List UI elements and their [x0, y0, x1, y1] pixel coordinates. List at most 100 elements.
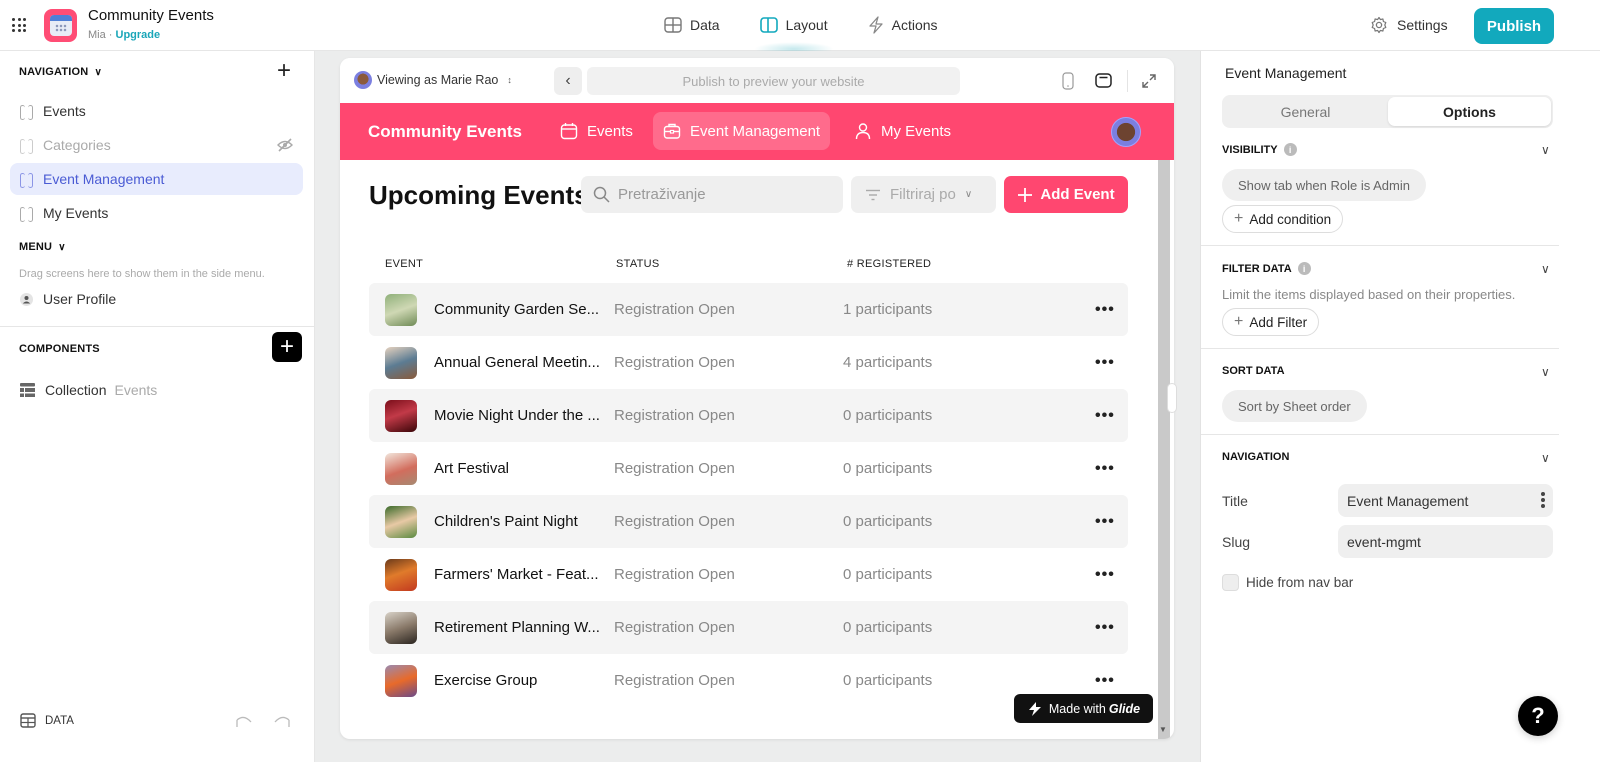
app-name[interactable]: Community Events: [368, 122, 522, 142]
sort-data-header: SORT DATA: [1222, 365, 1285, 377]
components-header: COMPONENTS: [19, 343, 100, 355]
chevron-left-icon: ‹: [565, 72, 571, 89]
add-screen-button[interactable]: +: [277, 59, 291, 83]
more-horizontal-icon[interactable]: •••: [1095, 460, 1115, 478]
app-tab-events[interactable]: Events: [550, 112, 643, 150]
add-filter-button[interactable]: + Add Filter: [1222, 308, 1320, 336]
chevron-down-icon[interactable]: ∨: [1541, 365, 1550, 379]
more-horizontal-icon[interactable]: •••: [1095, 566, 1115, 584]
sidebar-item-categories[interactable]: Categories: [10, 129, 303, 161]
more-horizontal-icon[interactable]: •••: [1095, 354, 1115, 372]
search-input[interactable]: Pretraživanje: [581, 176, 843, 213]
event-thumbnail: [385, 346, 417, 379]
tab-general[interactable]: General: [1224, 97, 1387, 126]
table-row[interactable]: Community Garden Se... Registration Open 1…: [369, 283, 1128, 336]
glide-logo-icon: [1028, 701, 1041, 716]
divider: [1201, 245, 1559, 246]
table-row[interactable]: Art Festival Registration Open 0 participa…: [369, 442, 1128, 495]
publish-button[interactable]: Publish: [1474, 8, 1554, 44]
component-collection[interactable]: Collection Events: [10, 374, 303, 406]
title-field[interactable]: Event Management: [1338, 484, 1553, 517]
table-row[interactable]: Movie Night Under the ... Registration Op…: [369, 389, 1128, 442]
sidebar-item-user-profile[interactable]: User Profile: [10, 283, 303, 315]
add-condition-button[interactable]: + Add condition: [1222, 205, 1344, 233]
left-sidebar: NAVIGATION ∨ + Events Categories Event Ma…: [0, 51, 315, 762]
desktop-icon[interactable]: [1095, 73, 1112, 88]
sidebar-item-events[interactable]: Events: [10, 95, 303, 127]
person-icon: [855, 123, 871, 140]
redo-icon[interactable]: [273, 716, 291, 728]
chevron-down-icon[interactable]: ∨: [1541, 262, 1550, 276]
event-name: Exercise Group: [434, 672, 538, 689]
event-registered: 0 participants: [843, 513, 933, 530]
eye-off-icon[interactable]: [277, 138, 293, 152]
more-horizontal-icon[interactable]: •••: [1095, 672, 1115, 690]
visibility-rule[interactable]: Show tab when Role is Admin: [1222, 169, 1426, 201]
chevron-down-icon[interactable]: ∨: [1541, 143, 1550, 157]
tab-layout[interactable]: Layout: [740, 0, 848, 56]
table-row[interactable]: Retirement Planning W... Registration Ope…: [369, 601, 1128, 654]
hide-from-nav-label: Hide from nav bar: [1246, 575, 1354, 590]
app-tab-my-events[interactable]: My Events: [844, 112, 961, 150]
filter-dropdown[interactable]: Filtriraj po ∨: [851, 176, 996, 213]
navigation-header[interactable]: NAVIGATION ∨: [19, 66, 102, 78]
phone-icon[interactable]: [1062, 72, 1074, 90]
expand-icon[interactable]: [1141, 73, 1157, 89]
add-component-button[interactable]: +: [272, 332, 302, 362]
event-registered: 4 participants: [843, 354, 933, 371]
gear-icon: [1371, 16, 1387, 34]
hide-from-nav-checkbox[interactable]: [1222, 574, 1239, 591]
navigation-section-header: NAVIGATION: [1222, 451, 1289, 463]
nav-label: My Events: [43, 205, 109, 221]
more-horizontal-icon[interactable]: •••: [1095, 301, 1115, 319]
info-icon[interactable]: i: [1297, 262, 1311, 275]
slug-field[interactable]: event-mgmt: [1338, 525, 1553, 558]
table-row[interactable]: Annual General Meetin... Registration Ope…: [369, 336, 1128, 389]
data-button[interactable]: DATA: [20, 713, 74, 728]
apps-grid-icon[interactable]: [12, 18, 26, 32]
table-row[interactable]: Children's Paint Night Registration Open 0…: [369, 495, 1128, 548]
sidebar-item-event-management[interactable]: Event Management: [10, 163, 303, 195]
back-button[interactable]: ‹: [554, 67, 582, 95]
scroll-down-arrow-icon[interactable]: ▼: [1159, 725, 1167, 734]
url-bar[interactable]: Publish to preview your website: [587, 67, 960, 95]
tab-actions[interactable]: Actions: [848, 0, 958, 50]
made-with-glide-badge[interactable]: Made with Glide: [1014, 694, 1153, 723]
column-header-event[interactable]: EVENT: [385, 258, 423, 270]
viewing-as-select[interactable]: Viewing as Marie Rao ↕: [354, 71, 512, 89]
updown-chevron-icon: ↕: [507, 75, 512, 85]
more-horizontal-icon[interactable]: •••: [1095, 407, 1115, 425]
made-with-label: Made with: [1048, 701, 1106, 716]
chevron-down-icon: ∨: [58, 241, 66, 253]
more-horizontal-icon[interactable]: •••: [1095, 513, 1115, 531]
top-tabs: Data Layout Actions: [644, 0, 958, 56]
event-registered: 0 participants: [843, 407, 933, 424]
sort-select[interactable]: Sort by Sheet order: [1222, 390, 1367, 422]
plus-icon: +: [1234, 313, 1244, 330]
column-header-registered[interactable]: # REGISTERED: [847, 258, 931, 270]
tab-data[interactable]: Data: [644, 0, 740, 50]
undo-icon[interactable]: [235, 716, 253, 728]
menu-header[interactable]: MENU ∨: [19, 241, 66, 253]
sidebar-item-my-events[interactable]: My Events: [10, 197, 303, 229]
event-status: Registration Open: [614, 354, 735, 371]
user-avatar[interactable]: [1111, 117, 1141, 147]
more-horizontal-icon[interactable]: •••: [1095, 619, 1115, 637]
component-label: Collection: [45, 382, 107, 398]
help-button[interactable]: ?: [1518, 696, 1558, 736]
tab-options[interactable]: Options: [1388, 97, 1551, 126]
more-vertical-icon[interactable]: [1541, 492, 1545, 508]
viewing-as-label: Viewing as Marie Rao: [377, 73, 499, 87]
upgrade-link[interactable]: Upgrade: [116, 29, 161, 41]
chevron-down-icon[interactable]: ∨: [1541, 451, 1550, 465]
column-header-status[interactable]: STATUS: [616, 258, 660, 270]
info-icon[interactable]: i: [1283, 143, 1297, 156]
properties-panel: Event Management General Options VISIBIL…: [1200, 51, 1600, 762]
scrollbar[interactable]: [1158, 160, 1170, 739]
add-event-button[interactable]: Add Event: [1004, 176, 1128, 213]
app-tab-event-management[interactable]: Event Management: [653, 112, 831, 150]
data-label: DATA: [45, 714, 74, 727]
table-row[interactable]: Farmers' Market - Feat... Registration Op…: [369, 548, 1128, 601]
settings-button[interactable]: Settings: [1370, 16, 1448, 34]
panel-resize-handle[interactable]: [1167, 383, 1177, 413]
